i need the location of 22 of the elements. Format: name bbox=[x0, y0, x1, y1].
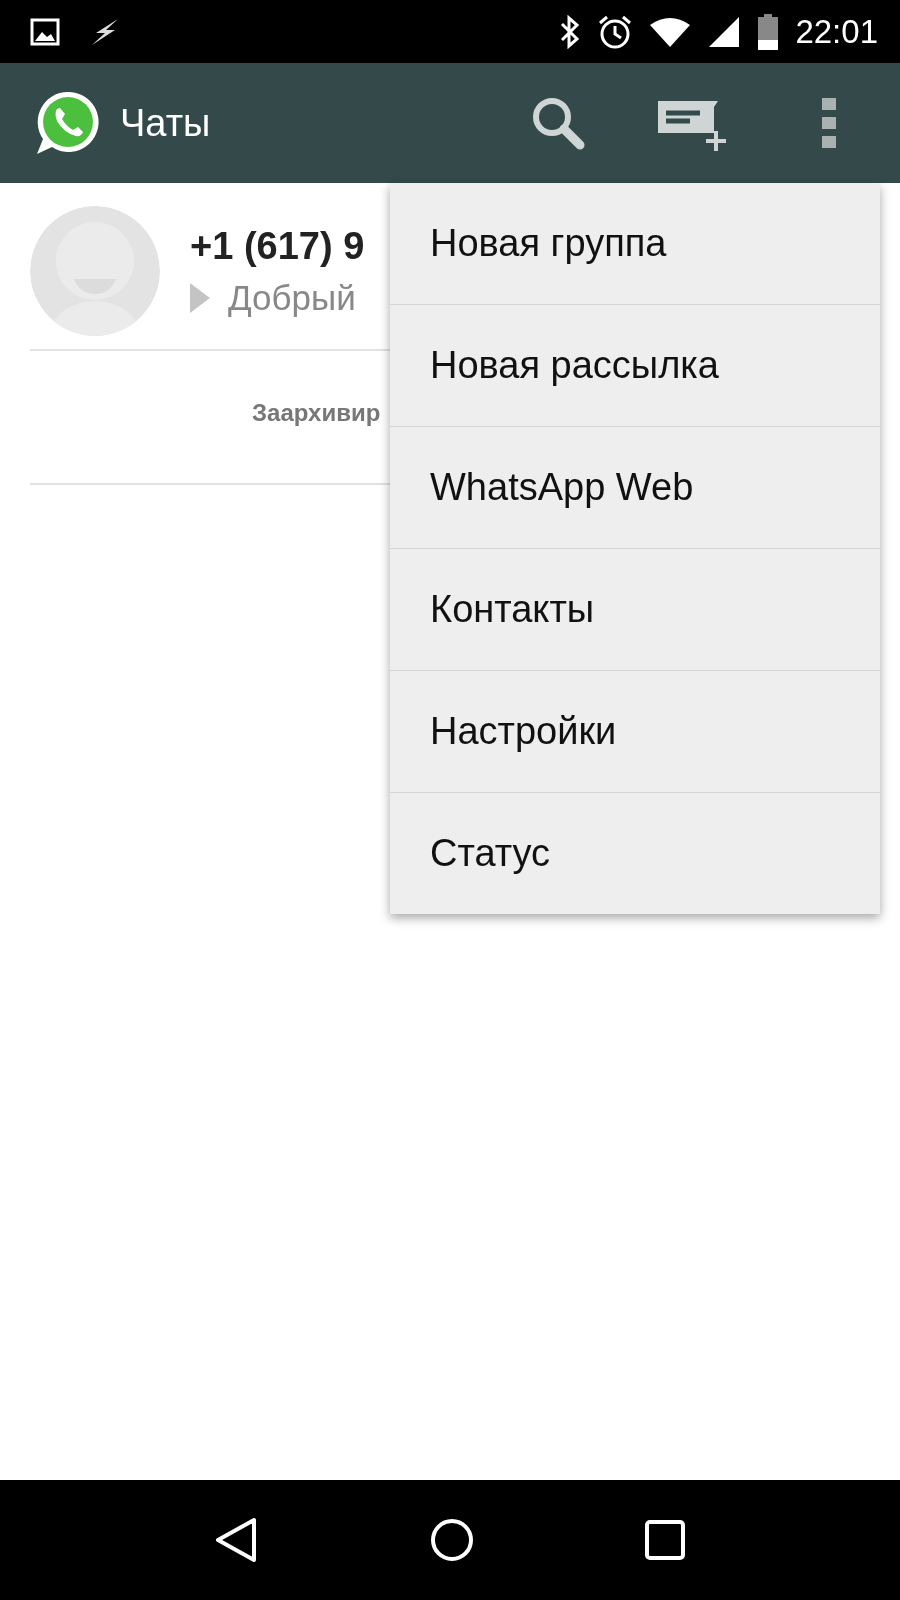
chat-name: +1 (617) 9 bbox=[190, 224, 365, 268]
menu-item[interactable]: Контакты bbox=[390, 548, 880, 670]
recent-apps-icon[interactable] bbox=[643, 1519, 686, 1561]
battery-icon bbox=[757, 13, 780, 50]
image-icon bbox=[30, 17, 60, 46]
more-options-icon[interactable] bbox=[820, 96, 838, 150]
menu-item[interactable]: Настройки bbox=[390, 670, 880, 792]
menu-item[interactable]: Статус bbox=[390, 792, 880, 914]
clock-time: 22:01 bbox=[795, 12, 878, 51]
home-icon[interactable] bbox=[429, 1517, 475, 1563]
menu-item[interactable]: Новая группа bbox=[390, 183, 880, 304]
message-preview: Добрый bbox=[228, 277, 356, 318]
play-icon bbox=[190, 282, 210, 313]
wifi-icon bbox=[649, 16, 692, 47]
alarm-icon bbox=[597, 13, 634, 50]
avatar-placeholder-icon bbox=[30, 206, 160, 336]
archived-chats-link[interactable]: Заархивир bbox=[252, 399, 381, 427]
menu-item[interactable]: WhatsApp Web bbox=[390, 426, 880, 548]
chat-phone-logo-icon bbox=[34, 89, 102, 157]
menu-item[interactable]: Новая рассылка bbox=[390, 304, 880, 426]
app-title: Чаты bbox=[120, 101, 211, 145]
bluetooth-icon bbox=[559, 14, 582, 49]
